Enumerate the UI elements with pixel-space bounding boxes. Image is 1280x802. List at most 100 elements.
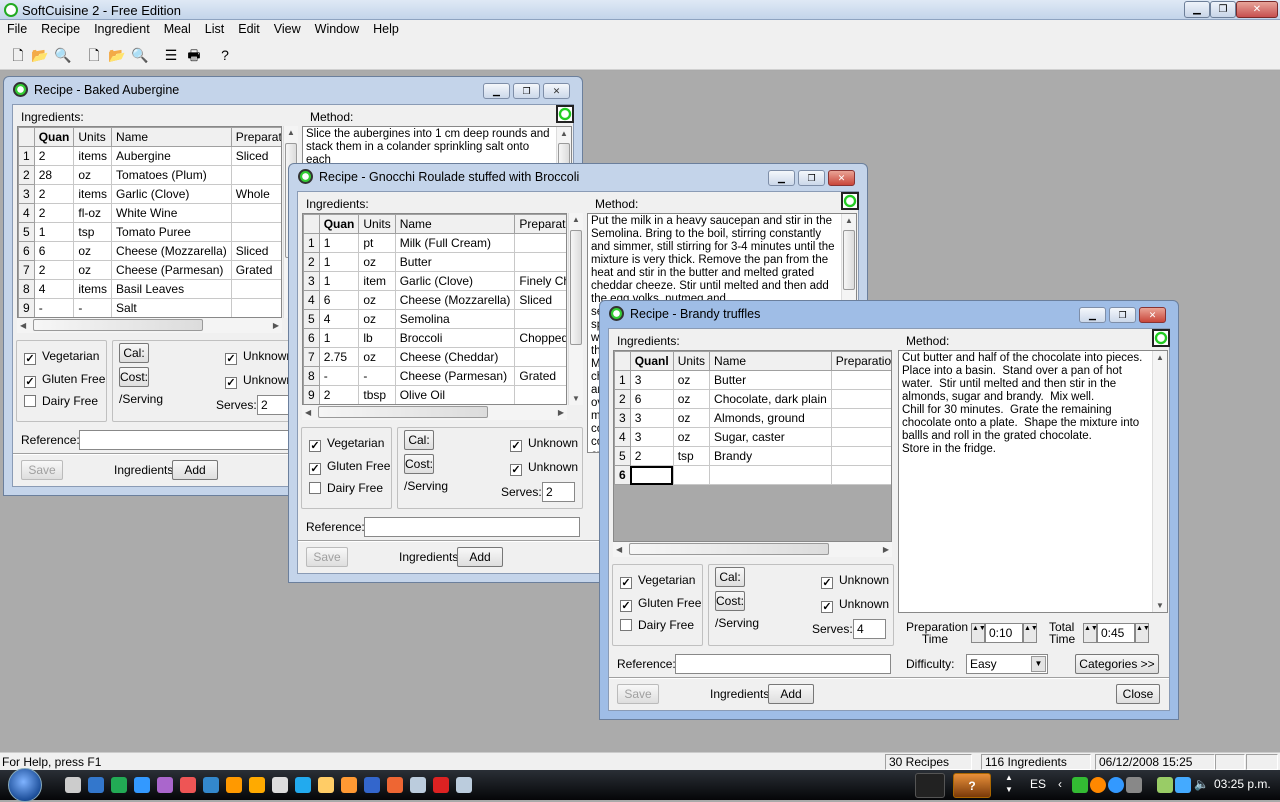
dairy-free-checkbox[interactable]: Dairy Free	[309, 481, 383, 495]
checkbox-box[interactable]	[309, 482, 321, 494]
recipe-image-icon[interactable]	[841, 192, 859, 210]
scroll-thumb[interactable]	[629, 543, 829, 555]
recipe-image-icon[interactable]	[556, 105, 574, 123]
name-cell[interactable]: Butter	[709, 370, 832, 390]
preparation-time-input[interactable]: 0:10	[985, 623, 1023, 643]
checkbox-box[interactable]	[620, 619, 632, 631]
print-icon[interactable]: 🖶	[184, 45, 204, 65]
checkbox-box[interactable]: ✓	[309, 440, 321, 452]
chevron-down-icon[interactable]: ▼	[1031, 656, 1046, 672]
name-cell[interactable]: Cheese (Parmesan)	[394, 366, 516, 386]
checkbox-box[interactable]: ✓	[821, 577, 833, 589]
column-header-preparation[interactable]: Preparati	[230, 127, 281, 147]
quantity-cell[interactable]: 4	[318, 309, 360, 329]
scroll-left-arrow[interactable]: ◀	[616, 545, 622, 554]
show-hidden-icons[interactable]: ‹	[1058, 777, 1062, 791]
ingredient-row[interactable]: 2 1 oz Butter	[303, 252, 566, 272]
name-cell[interactable]	[709, 465, 832, 485]
column-header-name[interactable]: Name	[394, 214, 516, 234]
quantity-cell[interactable]: 2	[33, 260, 75, 280]
preparation-cell[interactable]: Sliced	[230, 146, 281, 166]
new-ingredient-icon[interactable]: 🗋	[84, 45, 104, 65]
quick-launch-icon[interactable]	[387, 777, 403, 793]
gluten-free-checkbox[interactable]: ✓ Gluten Free	[309, 459, 390, 475]
language-indicator[interactable]: ES	[1030, 777, 1046, 791]
menu-recipe[interactable]: Recipe	[34, 20, 87, 38]
quantity-cell[interactable]: 2	[629, 446, 674, 466]
prep-time-spinner[interactable]: ▲▼	[1023, 623, 1038, 643]
serves-input[interactable]: 2	[542, 482, 575, 502]
grid-horizontal-scrollbar[interactable]: ◀ ▶	[17, 318, 282, 333]
ingredient-row[interactable]: 7 2.75 oz Cheese (Cheddar)	[303, 347, 566, 367]
ingredients-grid[interactable]: Quan Units Name Preparati 1 2 items Aubergine Sl…	[17, 126, 282, 318]
menu-help[interactable]: Help	[366, 20, 406, 38]
ingredient-row[interactable]: 6 6 oz Cheese (Mozzarella) Sliced	[18, 241, 281, 261]
name-cell[interactable]: Cheese (Cheddar)	[394, 347, 516, 367]
close-button[interactable]: ✕	[828, 170, 855, 186]
name-cell[interactable]: Basil Leaves	[111, 279, 232, 299]
quantity-cell[interactable]: 1	[33, 222, 75, 242]
total-time-spinner[interactable]: ▲▼	[1135, 623, 1150, 643]
maximize-button[interactable]: ❐	[1109, 307, 1136, 323]
preparation-cell[interactable]	[230, 298, 281, 317]
name-cell[interactable]: Butter	[394, 252, 516, 272]
name-cell[interactable]: Olive Oil	[394, 385, 516, 404]
name-cell[interactable]: Garlic (Clove)	[394, 271, 516, 291]
ingredient-row[interactable]: 1 1 pt Milk (Full Cream)	[303, 233, 566, 253]
units-cell[interactable]: lb	[358, 328, 396, 348]
units-cell[interactable]: items	[73, 146, 113, 166]
save-button[interactable]: Save	[617, 684, 659, 704]
preparation-cell[interactable]	[830, 370, 891, 390]
preparation-cell[interactable]	[514, 309, 566, 329]
checkbox-box[interactable]: ✓	[24, 376, 36, 388]
preparation-cell[interactable]	[830, 465, 891, 485]
quantity-cell[interactable]: 6	[33, 241, 75, 261]
menu-view[interactable]: View	[267, 20, 308, 38]
preparation-cell[interactable]	[514, 385, 566, 404]
gluten-free-checkbox[interactable]: ✓ Gluten Free	[620, 596, 701, 612]
quick-launch-icon[interactable]	[157, 777, 173, 793]
ingredient-row[interactable]: 8 4 items Basil Leaves	[18, 279, 281, 299]
ingredient-row[interactable]: 4 6 oz Cheese (Mozzarella) Sliced	[303, 290, 566, 310]
column-header-units[interactable]: Units	[672, 351, 711, 371]
units-cell[interactable]: tsp	[73, 222, 113, 242]
reference-input[interactable]	[79, 430, 295, 450]
find-recipe-icon[interactable]: 🔍	[53, 45, 73, 65]
column-header-preparation[interactable]: Preparati	[514, 214, 566, 234]
scroll-down-arrow[interactable]: ▼	[1156, 601, 1164, 610]
ingredient-row[interactable]: 2 28 oz Tomatoes (Plum)	[18, 165, 281, 185]
preparation-cell[interactable]	[230, 165, 281, 185]
name-cell[interactable]: Tomatoes (Plum)	[111, 165, 232, 185]
open-recipe-icon[interactable]: 📂	[30, 45, 50, 65]
preparation-cell[interactable]	[514, 233, 566, 253]
ingredient-row[interactable]: 5 1 tsp Tomato Puree	[18, 222, 281, 242]
preparation-cell[interactable]: Finely Ch	[514, 271, 566, 291]
serves-input[interactable]: 4	[853, 619, 886, 639]
quick-launch-icon[interactable]	[433, 777, 449, 793]
quick-launch-icon[interactable]	[364, 777, 380, 793]
units-cell[interactable]: oz	[73, 260, 113, 280]
ingredient-row[interactable]: 9 2 tbsp Olive Oil	[303, 385, 566, 404]
app-restore-button[interactable]: ❐	[1210, 1, 1236, 18]
reference-input[interactable]	[675, 654, 891, 674]
reference-input[interactable]	[364, 517, 580, 537]
dairy-free-checkbox[interactable]: Dairy Free	[24, 394, 98, 408]
column-header-name[interactable]: Name	[709, 351, 832, 371]
grid-horizontal-scrollbar[interactable]: ◀ ▶	[302, 405, 567, 420]
quick-launch-icon[interactable]	[410, 777, 426, 793]
name-cell[interactable]: Aubergine	[111, 146, 232, 166]
units-cell[interactable]: items	[73, 184, 113, 204]
unknown-checkbox[interactable]: ✓ Unknown	[225, 373, 293, 389]
open-ingredient-icon[interactable]: 📂	[107, 45, 127, 65]
checkbox-box[interactable]: ✓	[510, 464, 522, 476]
unknown-checkbox[interactable]: ✓ Unknown	[510, 460, 578, 476]
close-button[interactable]: ✕	[543, 83, 570, 99]
ingredient-row[interactable]: 6 1 lb Broccoli Chopped	[303, 328, 566, 348]
ingredient-row[interactable]: 2 6 oz Chocolate, dark plain	[614, 389, 891, 409]
find-ingredient-icon[interactable]: 🔍	[130, 45, 150, 65]
units-cell[interactable]	[672, 465, 711, 485]
tray-volume-icon[interactable]: 🔈	[1194, 777, 1209, 791]
menu-ingredient[interactable]: Ingredient	[87, 20, 157, 38]
column-header-units[interactable]: Units	[73, 127, 113, 147]
scroll-down-arrow[interactable]: ▼	[572, 394, 580, 403]
